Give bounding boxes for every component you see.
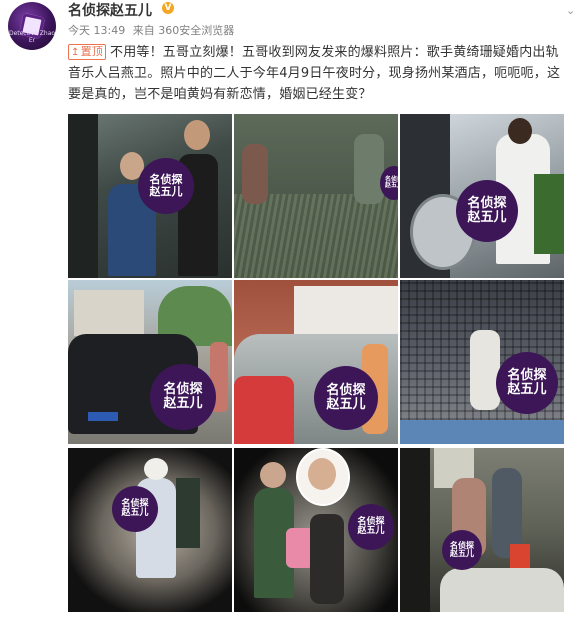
watermark-line2: 赵五儿 [450,549,474,558]
photo-9[interactable]: 名侦探 赵五儿 [400,448,564,612]
post-text: ↥置顶 不用等！五哥立刻爆！五哥收到网友发来的爆料照片：歌手黄绮珊疑婚内出轨音乐人… [68,42,568,105]
watermark-logo: 名侦探赵五儿 [150,364,216,430]
building-shape [74,290,144,336]
door-shape [176,478,200,548]
watermark-logo: 名侦探赵五儿 [442,530,482,570]
watermark-logo: 名侦探赵五儿 [314,366,378,430]
frame-shape [400,448,430,612]
photo-grid: 名侦探赵五儿 名侦探赵五儿 名侦探赵五儿 名侦探赵五儿 名侦探赵五儿 名侦探赵五… [68,114,564,614]
car-shape [440,568,564,612]
sign-shape [294,286,398,336]
post-meta: 今天 13:49 来自 360安全浏览器 [68,22,238,38]
face-shape [184,120,210,150]
watermark-logo: 名侦探赵五儿 [496,352,558,414]
chevron-down-icon[interactable]: ⌄ [566,5,576,16]
watermark-line2: 赵五儿 [357,526,385,536]
person-shape [470,330,500,410]
watermark-line1: 名侦探 [467,196,507,212]
watermark-line1: 名侦探 [163,382,203,398]
watermark-line2: 赵五儿 [467,210,507,225]
avatar[interactable]: Detective Zhao Er [8,2,56,50]
photo-7[interactable]: 名侦探 赵五儿 [68,448,232,612]
face-shape [260,462,286,488]
watermark-line2: 赵五儿 [163,396,203,411]
person-shape [354,134,384,204]
face-shape [308,458,336,490]
wall-shape [68,114,98,278]
verified-badge-icon: V [162,2,174,14]
photo-5[interactable]: 名侦探 赵五儿 [234,280,398,444]
post-body: 不用等！五哥立刻爆！五哥收到网友发来的爆料照片：歌手黄绮珊疑婚内出轨音乐人吕燕卫… [68,45,561,102]
post-time[interactable]: 今天 13:49 [68,24,125,37]
watermark-logo: 名侦探赵五儿 [112,486,158,532]
grass-shape [234,194,398,278]
watermark-line2: 赵五儿 [384,182,398,189]
plant-shape [534,174,564,254]
bag-shape [510,544,530,568]
username[interactable]: 名侦探赵五儿 [68,0,152,20]
watermark-line1: 名侦探 [326,383,366,399]
plate-shape [88,412,118,421]
photo-1[interactable]: 名侦探 赵五儿 [68,114,232,278]
person-shape [242,144,268,204]
watermark-logo: 名侦探赵五儿 [138,158,194,214]
watermark-line2: 赵五儿 [121,508,149,518]
watermark-line2: 赵五儿 [149,185,183,198]
hat-shape [144,458,168,480]
pin-icon: ↥ [71,47,80,58]
watermark-line1: 名侦探 [507,368,547,384]
pin-label: 置顶 [80,45,103,58]
pin-badge: ↥置顶 [68,44,106,60]
photo-2[interactable]: 名侦探赵五儿 [234,114,398,278]
head-shape [508,118,532,144]
photo-3[interactable]: 名侦探 赵五儿 [400,114,564,278]
person-shape [310,514,344,604]
post-source: 来自 360安全浏览器 [132,24,235,37]
photo-4[interactable]: 名侦探 赵五儿 [68,280,232,444]
red-car-shape [234,376,294,444]
photo-6[interactable]: 名侦探 赵五儿 [400,280,564,444]
court-shape [400,420,564,444]
photo-8[interactable]: 名侦探 赵五儿 [234,448,398,612]
watermark-logo: 名侦探赵五儿 [456,180,518,242]
watermark-logo: 名侦探赵五儿 [348,504,394,550]
avatar-text: Detective Zhao Er [8,30,56,44]
watermark-line2: 赵五儿 [326,397,366,412]
watermark-line2: 赵五儿 [507,382,547,397]
